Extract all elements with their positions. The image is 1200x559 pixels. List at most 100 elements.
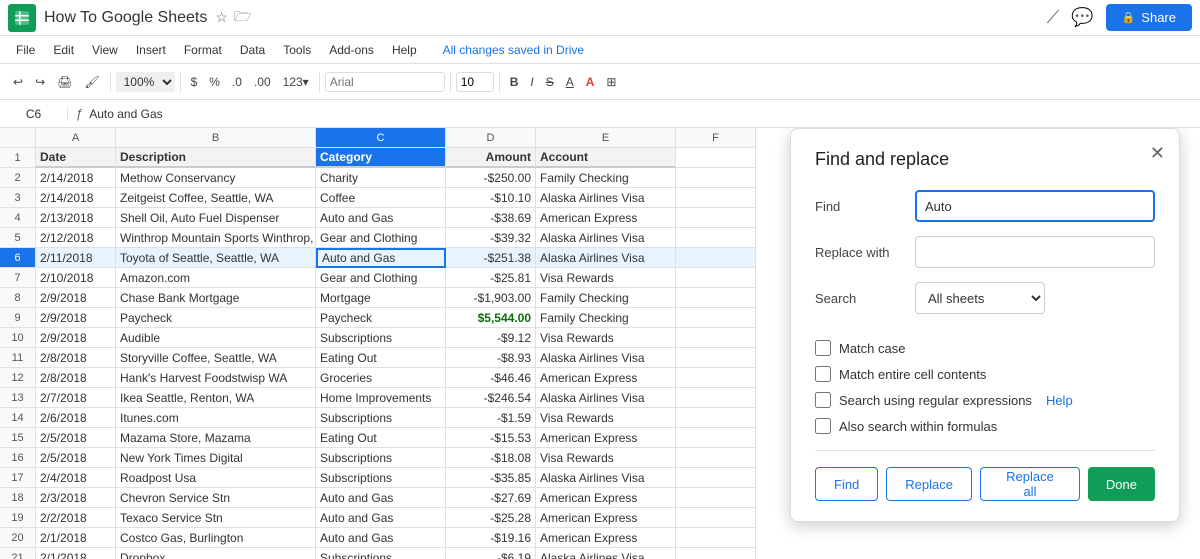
cell-16-amt[interactable]: -$18.08 <box>446 448 536 468</box>
search-select[interactable]: All sheets This sheet Specific range <box>915 282 1045 314</box>
cell-5-cat[interactable]: Gear and Clothing <box>316 228 446 248</box>
cell-19-date[interactable]: 2/2/2018 <box>36 508 116 528</box>
row-num-10[interactable]: 10 <box>0 328 36 348</box>
cell-11-f[interactable] <box>676 348 756 368</box>
row-num-13[interactable]: 13 <box>0 388 36 408</box>
menu-format[interactable]: Format <box>176 41 230 59</box>
cell-16-acct[interactable]: Visa Rewards <box>536 448 676 468</box>
row-num-8[interactable]: 8 <box>0 288 36 308</box>
cell-16-desc[interactable]: New York Times Digital <box>116 448 316 468</box>
cell-3-date[interactable]: 2/14/2018 <box>36 188 116 208</box>
doc-title[interactable]: How To Google Sheets <box>44 9 207 27</box>
activity-icon[interactable]: ⟋ <box>1047 7 1060 28</box>
cell-4-cat[interactable]: Auto and Gas <box>316 208 446 228</box>
cell-8-date[interactable]: 2/9/2018 <box>36 288 116 308</box>
row-num-21[interactable]: 21 <box>0 548 36 559</box>
cell-5-amt[interactable]: -$39.32 <box>446 228 536 248</box>
row-num-16[interactable]: 16 <box>0 448 36 468</box>
cell-5-date[interactable]: 2/12/2018 <box>36 228 116 248</box>
font-family-input[interactable] <box>325 72 445 92</box>
strikethrough-button[interactable]: S <box>541 72 559 92</box>
row-num-1[interactable]: 1 <box>0 148 36 168</box>
cell-17-amt[interactable]: -$35.85 <box>446 468 536 488</box>
cell-2-cat[interactable]: Charity <box>316 168 446 188</box>
row-num-14[interactable]: 14 <box>0 408 36 428</box>
cell-21-f[interactable] <box>676 548 756 559</box>
cell-14-date[interactable]: 2/6/2018 <box>36 408 116 428</box>
cell-10-date[interactable]: 2/9/2018 <box>36 328 116 348</box>
replace-button[interactable]: Replace <box>886 467 972 501</box>
cell-19-cat[interactable]: Auto and Gas <box>316 508 446 528</box>
cell-9-f[interactable] <box>676 308 756 328</box>
cell-9-date[interactable]: 2/9/2018 <box>36 308 116 328</box>
help-link[interactable]: Help <box>1046 393 1073 408</box>
cell-1-amt[interactable]: Amount <box>446 148 536 168</box>
row-num-5[interactable]: 5 <box>0 228 36 248</box>
cell-2-acct[interactable]: Family Checking <box>536 168 676 188</box>
cell-2-amt[interactable]: -$250.00 <box>446 168 536 188</box>
comment-icon[interactable]: 💬 <box>1071 7 1093 28</box>
cell-7-amt[interactable]: -$25.81 <box>446 268 536 288</box>
cell-1-f[interactable] <box>676 148 756 168</box>
cell-21-desc[interactable]: Dropbox <box>116 548 316 559</box>
col-header-b[interactable]: B <box>116 128 316 148</box>
cell-2-f[interactable] <box>676 168 756 188</box>
row-num-20[interactable]: 20 <box>0 528 36 548</box>
cell-11-amt[interactable]: -$8.93 <box>446 348 536 368</box>
cell-7-acct[interactable]: Visa Rewards <box>536 268 676 288</box>
cell-17-date[interactable]: 2/4/2018 <box>36 468 116 488</box>
cell-2-date[interactable]: 2/14/2018 <box>36 168 116 188</box>
underline-button[interactable]: A <box>561 72 579 92</box>
cell-1-desc[interactable]: Description <box>116 148 316 168</box>
menu-addons[interactable]: Add-ons <box>321 41 382 59</box>
share-button[interactable]: 🔒 Share <box>1106 4 1192 31</box>
cell-19-acct[interactable]: American Express <box>536 508 676 528</box>
cell-2-desc[interactable]: Methow Conservancy <box>116 168 316 188</box>
menu-insert[interactable]: Insert <box>128 41 174 59</box>
cell-8-amt[interactable]: -$1,903.00 <box>446 288 536 308</box>
cell-7-cat[interactable]: Gear and Clothing <box>316 268 446 288</box>
cell-10-cat[interactable]: Subscriptions <box>316 328 446 348</box>
cell-8-cat[interactable]: Mortgage <box>316 288 446 308</box>
cell-8-acct[interactable]: Family Checking <box>536 288 676 308</box>
row-num-9[interactable]: 9 <box>0 308 36 328</box>
cell-13-cat[interactable]: Home Improvements <box>316 388 446 408</box>
currency-button[interactable]: $ <box>186 72 203 92</box>
within-formulas-checkbox[interactable] <box>815 418 831 434</box>
cell-16-date[interactable]: 2/5/2018 <box>36 448 116 468</box>
row-num-12[interactable]: 12 <box>0 368 36 388</box>
cell-18-amt[interactable]: -$27.69 <box>446 488 536 508</box>
cell-8-desc[interactable]: Chase Bank Mortgage <box>116 288 316 308</box>
row-num-19[interactable]: 19 <box>0 508 36 528</box>
cell-18-desc[interactable]: Chevron Service Stn <box>116 488 316 508</box>
cell-15-acct[interactable]: American Express <box>536 428 676 448</box>
row-num-11[interactable]: 11 <box>0 348 36 368</box>
row-num-17[interactable]: 17 <box>0 468 36 488</box>
undo-button[interactable]: ↩ <box>8 72 28 92</box>
cell-11-desc[interactable]: Storyville Coffee, Seattle, WA <box>116 348 316 368</box>
cell-6-desc[interactable]: Toyota of Seattle, Seattle, WA <box>116 248 316 268</box>
zoom-select[interactable]: 100% <box>116 72 175 92</box>
cell-6-date[interactable]: 2/11/2018 <box>36 248 116 268</box>
cell-4-desc[interactable]: Shell Oil, Auto Fuel Dispenser <box>116 208 316 228</box>
folder-icon[interactable]: 🗁 <box>234 6 251 30</box>
cell-4-f[interactable] <box>676 208 756 228</box>
col-header-f[interactable]: F <box>676 128 756 148</box>
cell-5-desc[interactable]: Winthrop Mountain Sports Winthrop, WA <box>116 228 316 248</box>
cell-17-acct[interactable]: Alaska Airlines Visa <box>536 468 676 488</box>
cell-20-date[interactable]: 2/1/2018 <box>36 528 116 548</box>
cell-10-f[interactable] <box>676 328 756 348</box>
cell-20-cat[interactable]: Auto and Gas <box>316 528 446 548</box>
cell-17-f[interactable] <box>676 468 756 488</box>
cell-7-desc[interactable]: Amazon.com <box>116 268 316 288</box>
cell-17-desc[interactable]: Roadpost Usa <box>116 468 316 488</box>
cell-10-acct[interactable]: Visa Rewards <box>536 328 676 348</box>
cell-20-acct[interactable]: American Express <box>536 528 676 548</box>
cell-21-date[interactable]: 2/1/2018 <box>36 548 116 559</box>
italic-button[interactable]: I <box>525 72 538 92</box>
cell-8-f[interactable] <box>676 288 756 308</box>
cell-11-cat[interactable]: Eating Out <box>316 348 446 368</box>
cell-6-amt[interactable]: -$251.38 <box>446 248 536 268</box>
cell-13-amt[interactable]: -$246.54 <box>446 388 536 408</box>
col-header-c[interactable]: C <box>316 128 446 148</box>
